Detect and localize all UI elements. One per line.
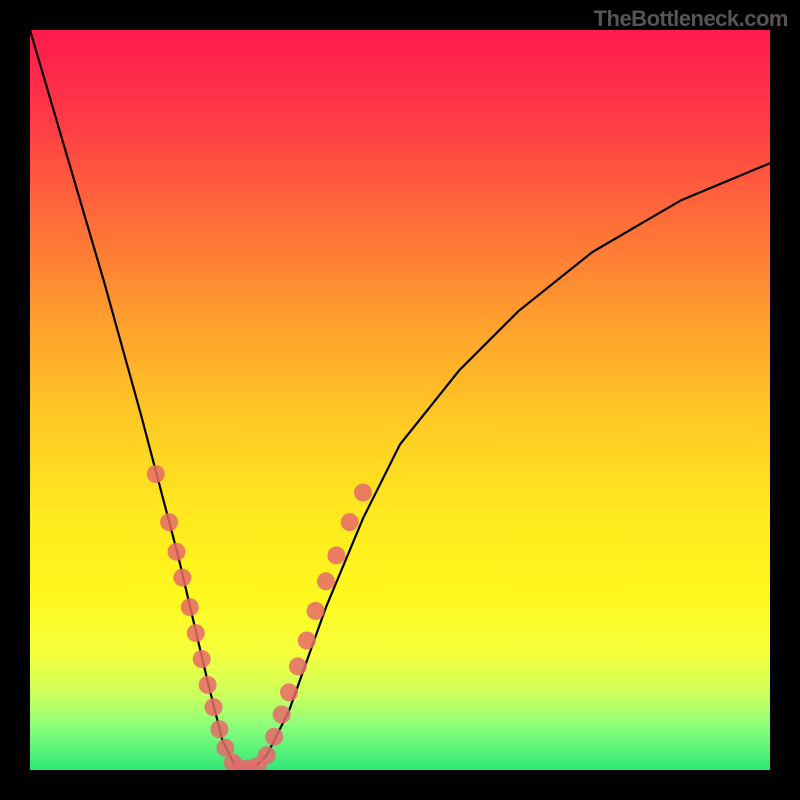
data-marker: [265, 728, 283, 746]
data-marker: [341, 513, 359, 531]
curve-path: [30, 30, 770, 770]
chart-frame: TheBottleneck.com: [0, 0, 800, 800]
data-marker: [327, 546, 345, 564]
data-marker: [168, 543, 186, 561]
data-marker: [354, 484, 372, 502]
data-marker: [160, 513, 178, 531]
data-marker: [298, 632, 316, 650]
data-marker: [193, 650, 211, 668]
chart-svg: [30, 30, 770, 770]
data-marker: [273, 706, 291, 724]
data-marker: [205, 698, 223, 716]
data-marker: [199, 676, 217, 694]
data-marker: [173, 569, 191, 587]
data-marker: [147, 465, 165, 483]
data-marker: [187, 624, 205, 642]
data-marker: [210, 720, 228, 738]
data-marker: [181, 598, 199, 616]
watermark-text: TheBottleneck.com: [594, 6, 788, 32]
data-marker: [307, 602, 325, 620]
marker-layer: [147, 465, 372, 770]
data-marker: [317, 572, 335, 590]
data-marker: [258, 746, 276, 764]
plot-area: [30, 30, 770, 770]
data-marker: [289, 657, 307, 675]
data-marker: [280, 683, 298, 701]
